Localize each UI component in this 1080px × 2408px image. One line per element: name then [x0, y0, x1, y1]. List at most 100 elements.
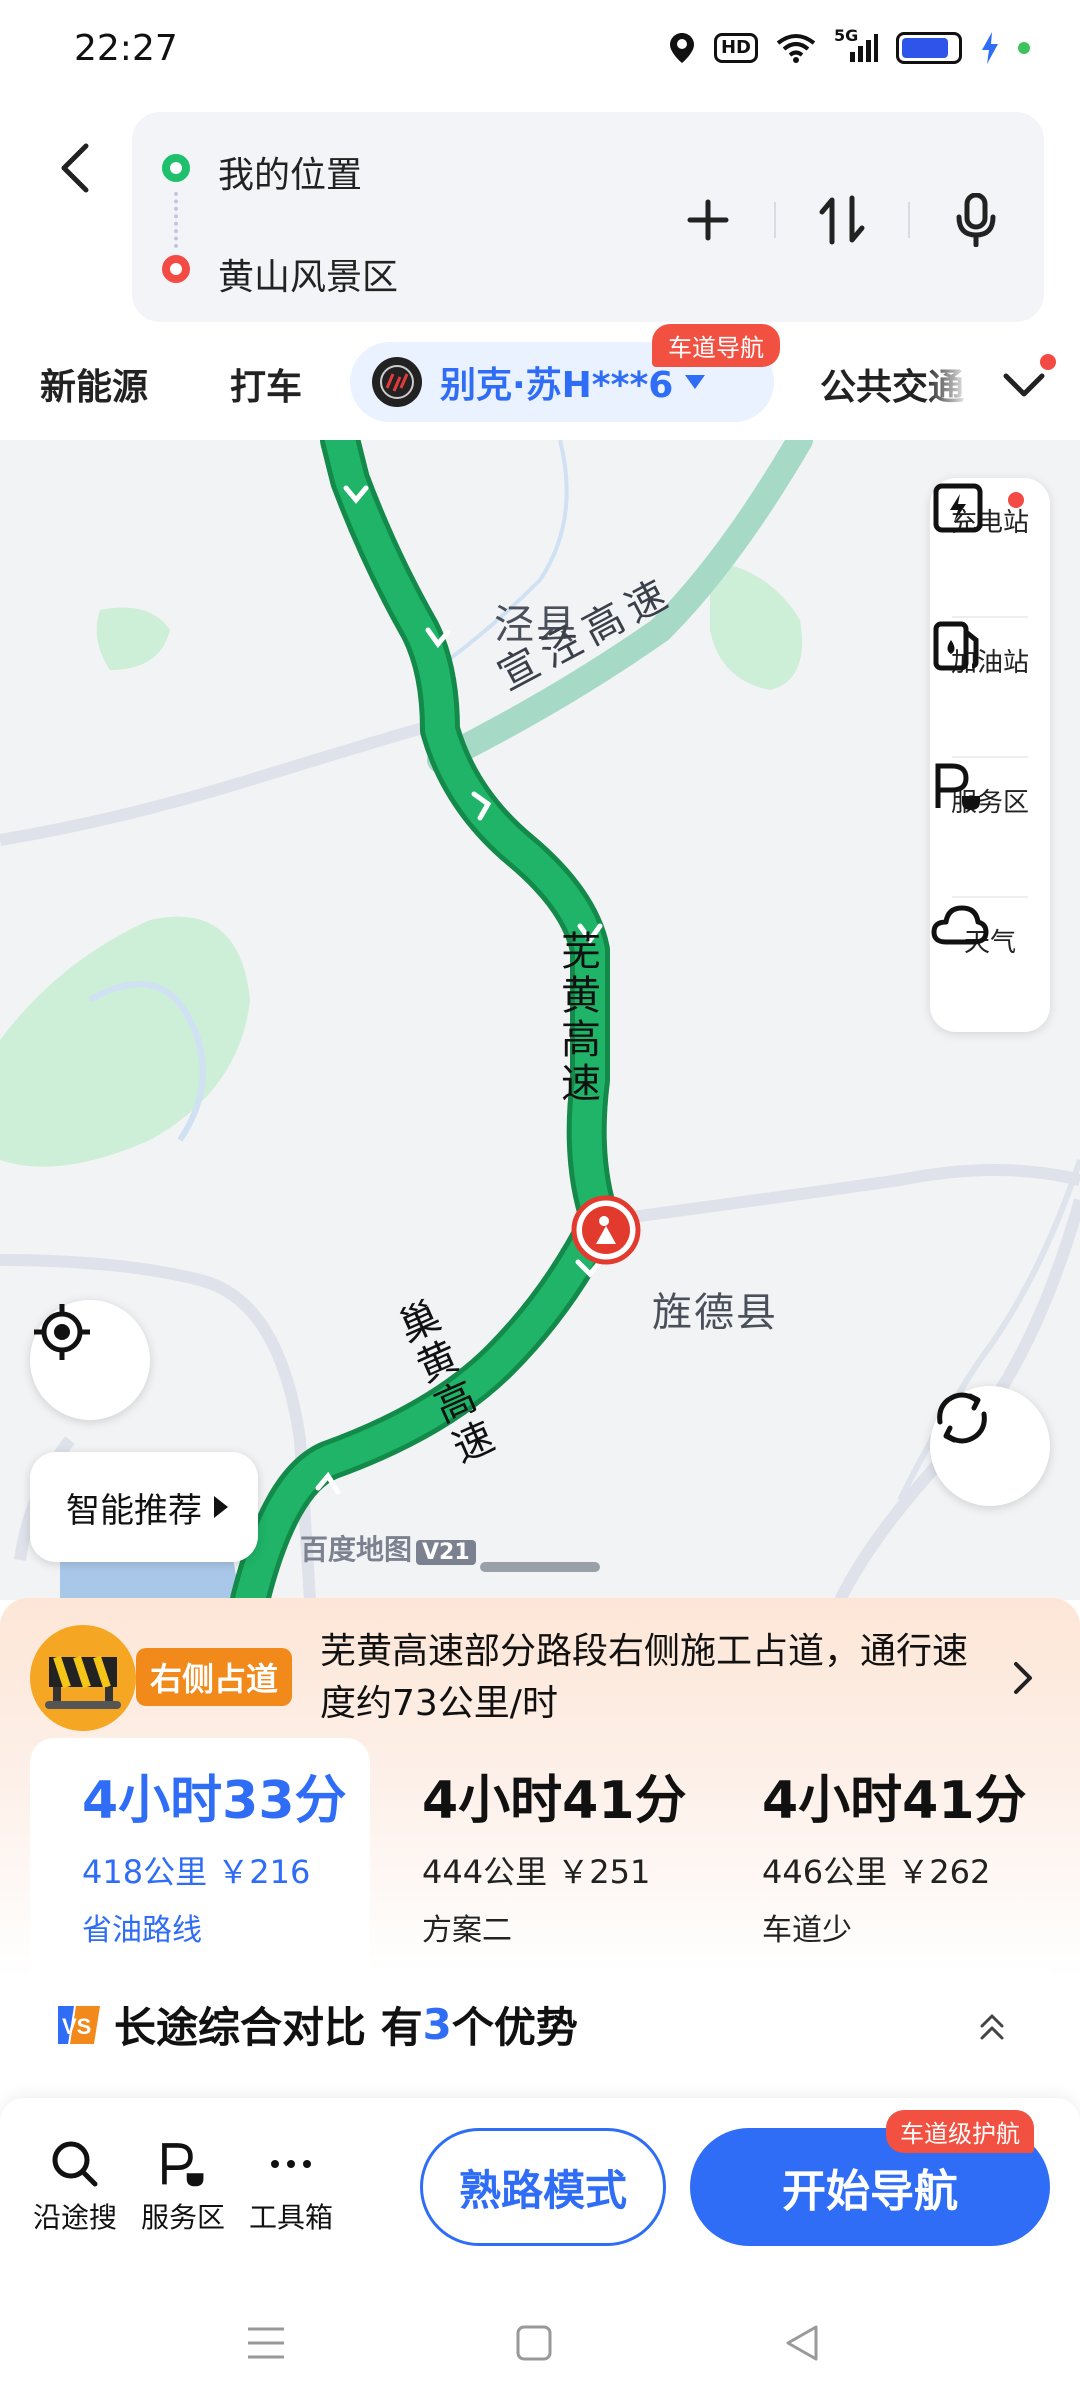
- voice-input-button[interactable]: [932, 176, 1020, 264]
- service-area-icon: [162, 2143, 204, 2187]
- map-view[interactable]: 泾县 旌德县 区 宣泾高速 芜黄高速 巢黄高速 G3 充电站 加油站 服务区 天…: [0, 440, 1080, 1600]
- tool-label: 沿途搜: [32, 2201, 117, 2234]
- option-duration: 4小时33分: [82, 1771, 347, 1831]
- home-square-icon: [516, 2325, 552, 2361]
- travel-mode-tabs: 新能源 打车 别克·苏H***6 车道导航 公共交通: [0, 324, 1080, 438]
- bottom-action-bar: 沿途搜 服务区 工具箱 熟路模式 开始导航 车道级护航: [0, 2098, 1080, 2268]
- swap-icon: [819, 195, 865, 245]
- menu-button[interactable]: [236, 2318, 296, 2368]
- familiar-route-mode-button[interactable]: 熟路模式: [420, 2128, 666, 2246]
- option-label: 方案二: [422, 1913, 512, 1948]
- add-waypoint-button[interactable]: [664, 176, 752, 264]
- smart-recommend-label: 智能推荐: [66, 1490, 202, 1531]
- roadblock-icon: [30, 1625, 136, 1731]
- tool-label: 服务区: [140, 2201, 225, 2234]
- location-icon: [669, 33, 694, 63]
- chevron-right-icon: [1014, 1662, 1032, 1694]
- back-nav-button[interactable]: [772, 2318, 832, 2368]
- option-distance-cost: 444公里 ￥251: [422, 1853, 651, 1891]
- divider: [908, 202, 910, 238]
- microphone-icon: [956, 193, 996, 247]
- comparison-count: 3: [422, 2000, 452, 2049]
- search-icon: [52, 2141, 98, 2187]
- signal-icon: 5G: [834, 26, 878, 64]
- target-icon: [34, 1304, 90, 1360]
- route-actions: [664, 176, 1020, 264]
- back-triangle-icon: [786, 2325, 818, 2361]
- option-label: 车道少: [762, 1913, 852, 1948]
- destination-field[interactable]: 黄山风景区: [218, 248, 398, 300]
- toolbox-button[interactable]: 工具箱: [236, 2138, 346, 2236]
- lane-nav-badge: 车道导航: [652, 324, 780, 367]
- tab-new-energy[interactable]: 新能源: [40, 358, 148, 410]
- hd-badge: HD: [713, 33, 758, 63]
- map-watermark: 百度地图 V21: [300, 1528, 476, 1568]
- comparison-suffix: 个优势: [451, 2003, 578, 2052]
- back-arrow-icon: [61, 143, 89, 193]
- more-modes-button[interactable]: [998, 354, 1056, 410]
- origin-field[interactable]: 我的位置: [218, 146, 362, 198]
- status-bar: 22:27 HD 5G: [0, 0, 1080, 96]
- menu-icon: [248, 2327, 284, 2359]
- option-duration: 4小时41分: [762, 1771, 1027, 1831]
- status-icons: HD 5G: [668, 26, 1030, 65]
- poi-side-panel: 充电站 加油站 服务区 天气: [930, 478, 1050, 1032]
- car-name: 别克·苏H***6: [440, 365, 674, 406]
- charging-station-button[interactable]: 充电站: [930, 478, 1050, 616]
- route-option-3[interactable]: 4小时41分 446公里 ￥262 车道少: [710, 1738, 1050, 1968]
- caret-right-icon: [214, 1496, 228, 1518]
- route-options: 4小时33分 418公里 ￥216 省油路线 4小时41分 444公里 ￥251…: [30, 1738, 1050, 1968]
- lane-guard-badge: 车道级护航: [886, 2110, 1034, 2153]
- destination-dot-icon: [162, 255, 190, 283]
- status-time: 22:27: [74, 27, 178, 69]
- search-along-route-button[interactable]: 沿途搜: [20, 2138, 130, 2236]
- charging-bolt-icon: [982, 32, 998, 64]
- tab-taxi[interactable]: 打车: [230, 358, 302, 410]
- traffic-alert[interactable]: 右侧占道 芜黄高速部分路段右侧施工占道，通行速度约73公里/时: [30, 1614, 1060, 1742]
- service-area-tool-button[interactable]: 服务区: [128, 2138, 238, 2236]
- plus-icon: [687, 199, 729, 241]
- caret-down-icon: [685, 375, 706, 389]
- privacy-indicator: [1018, 42, 1030, 54]
- option-distance-cost: 418公里 ￥216: [82, 1853, 311, 1891]
- origin-dot-icon: [162, 154, 190, 182]
- weather-button[interactable]: 天气: [930, 898, 1050, 1036]
- option-label: 省油路线: [82, 1913, 202, 1948]
- vs-icon: VS: [58, 2005, 100, 2044]
- option-duration: 4小时41分: [422, 1771, 687, 1831]
- comparison-prefix: 长途综合对比 有: [114, 2003, 423, 2052]
- gas-station-icon: [933, 621, 979, 671]
- battery-icon: [896, 32, 962, 64]
- swap-route-button[interactable]: [798, 176, 886, 264]
- notification-dot: [1008, 492, 1024, 508]
- tab-transit[interactable]: 公共交通: [820, 358, 970, 410]
- gas-station-button[interactable]: 加油站: [930, 618, 1050, 756]
- route-connector: [174, 192, 178, 248]
- option-distance-cost: 446公里 ￥262: [762, 1853, 991, 1891]
- watermark-tag: V21: [416, 1540, 476, 1565]
- watermark-text: 百度地图: [300, 1533, 413, 1566]
- alert-tag: 右侧占道: [136, 1648, 293, 1706]
- tool-label: 工具箱: [248, 2201, 333, 2234]
- charging-station-icon: [933, 483, 983, 533]
- service-area-button[interactable]: 服务区: [930, 758, 1050, 896]
- back-button[interactable]: [52, 138, 98, 198]
- service-area-icon: [935, 763, 980, 810]
- smart-recommend-button[interactable]: 智能推荐: [30, 1452, 258, 1562]
- sheet-drag-handle[interactable]: [480, 1562, 600, 1572]
- route-option-2[interactable]: 4小时41分 444公里 ￥251 方案二: [370, 1738, 710, 1968]
- buick-logo-icon: [372, 357, 422, 407]
- map-label-jingde-county: 旌德县: [652, 1290, 778, 1336]
- weather-icon: [931, 905, 989, 945]
- collapse-icon[interactable]: [974, 2008, 1010, 2044]
- divider: [774, 202, 776, 238]
- svg-text:VS: VS: [62, 2014, 91, 2039]
- route-option-1[interactable]: 4小时33分 418公里 ￥216 省油路线: [30, 1738, 370, 1968]
- home-button[interactable]: [504, 2318, 564, 2368]
- wifi-icon: [776, 34, 816, 63]
- locate-me-button[interactable]: [30, 1300, 150, 1420]
- refresh-route-button[interactable]: [930, 1386, 1050, 1506]
- refresh-icon: [937, 1392, 987, 1444]
- notification-dot: [1040, 354, 1056, 370]
- road-label-wuhuang: 芜黄高速: [554, 930, 600, 1106]
